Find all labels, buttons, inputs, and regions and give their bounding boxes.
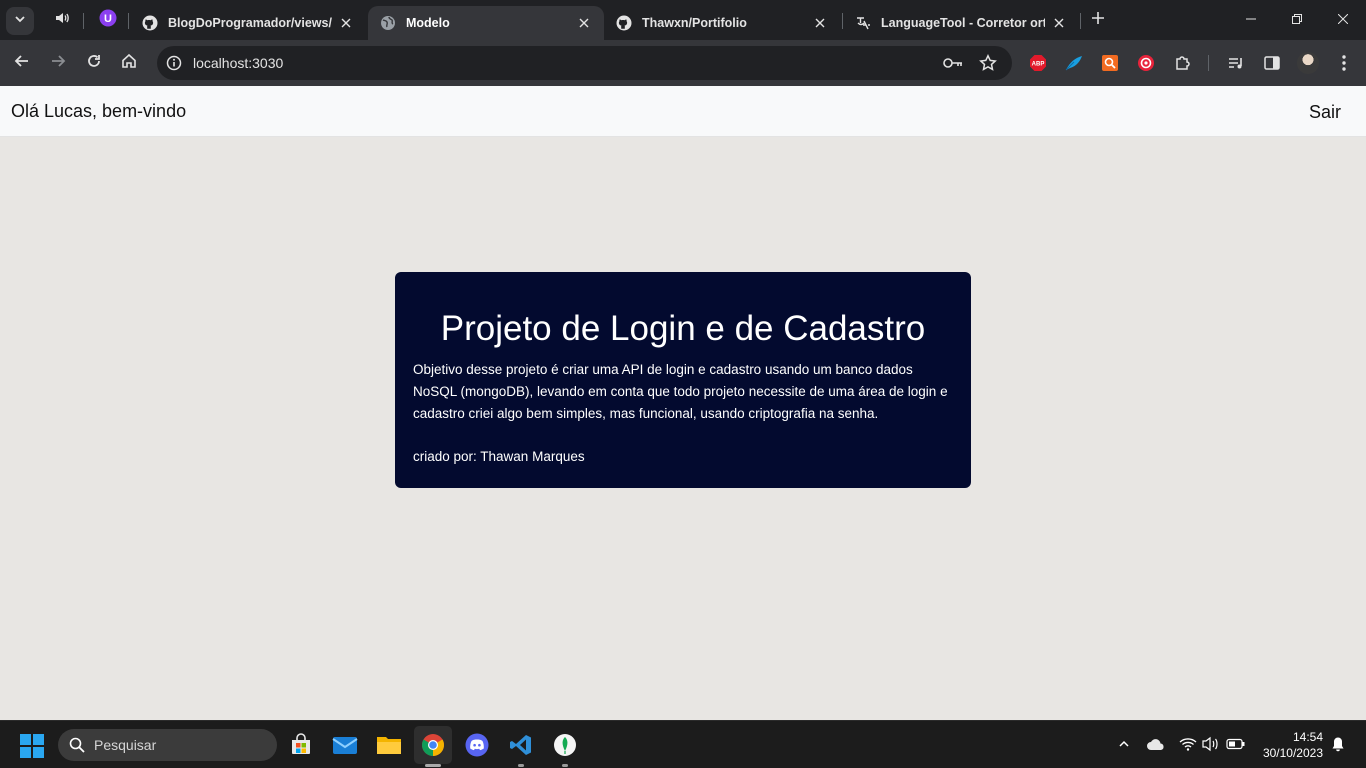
close-icon — [1337, 11, 1349, 29]
file-explorer-icon[interactable] — [370, 726, 408, 764]
tab-separator — [83, 13, 84, 29]
pinned-tab[interactable]: U — [90, 6, 126, 34]
github-icon — [616, 15, 632, 31]
reload-button[interactable] — [80, 49, 108, 77]
tab-strip: U BlogDoProgramador/views/pa Modelo Thaw… — [0, 0, 1366, 40]
taskbar-search-box[interactable]: Pesquisar — [58, 729, 277, 761]
bell-icon[interactable] — [1327, 733, 1349, 755]
tab-separator — [1080, 13, 1081, 29]
running-indicator — [518, 764, 524, 767]
restore-button[interactable] — [1274, 0, 1320, 40]
tab-separator — [128, 13, 129, 29]
system-clock[interactable]: 14:54 30/10/2023 — [1263, 729, 1323, 761]
minimize-icon — [1246, 11, 1256, 29]
tab-modelo[interactable]: Modelo — [368, 6, 604, 40]
tab-title: Modelo — [406, 16, 450, 30]
windows-start-icon[interactable] — [20, 734, 44, 758]
chevron-up-icon[interactable] — [1113, 733, 1135, 755]
windows-taskbar: Pesquisar 14:54 30/10/2023 — [0, 720, 1366, 768]
pinned-audio-tab[interactable] — [44, 6, 80, 34]
clock-date: 30/10/2023 — [1262, 746, 1323, 760]
close-window-button[interactable] — [1320, 0, 1366, 40]
key-icon[interactable] — [942, 53, 964, 73]
project-card: Projeto de Login e de Cadastro Objetivo … — [395, 272, 971, 488]
plus-icon — [1091, 11, 1105, 30]
side-panel-icon[interactable] — [1262, 53, 1282, 73]
speaker-icon — [54, 10, 70, 31]
card-author: criado por: Thawan Marques — [413, 449, 585, 464]
mongodb-compass-icon[interactable] — [546, 726, 584, 767]
avatar[interactable] — [1297, 52, 1319, 74]
chevron-down-icon — [14, 12, 26, 30]
site-info-icon[interactable] — [162, 51, 186, 75]
star-icon[interactable] — [977, 53, 999, 73]
tab-title: Thawxn/Portifolio — [642, 16, 747, 30]
close-icon[interactable] — [812, 15, 828, 31]
top-navbar: Olá Lucas, bem-vindo Sair — [0, 86, 1366, 137]
tab-languagetool[interactable]: LanguageTool - Corretor ortog — [843, 6, 1079, 40]
card-description: Objetivo desse projeto é criar uma API d… — [413, 362, 948, 421]
close-icon[interactable] — [576, 15, 592, 31]
github-icon — [142, 15, 158, 31]
tab-portifolio[interactable]: Thawxn/Portifolio — [604, 6, 840, 40]
vscode-icon[interactable] — [502, 726, 540, 767]
new-tab-button[interactable] — [1086, 8, 1110, 32]
discord-icon[interactable] — [458, 726, 496, 764]
onedrive-cloud-icon[interactable] — [1145, 733, 1167, 755]
search-placeholder: Pesquisar — [94, 737, 157, 753]
close-icon[interactable] — [1051, 15, 1067, 31]
page-content: Olá Lucas, bem-vindo Sair Projeto de Log… — [0, 86, 1366, 720]
tab-title: BlogDoProgramador/views/pa — [168, 16, 332, 30]
store-icon[interactable] — [282, 726, 320, 764]
arrow-right-icon — [50, 53, 66, 74]
restore-icon — [1292, 11, 1302, 29]
wifi-icon[interactable] — [1177, 733, 1199, 755]
url-text: localhost:3030 — [193, 55, 284, 71]
adblock-plus-icon[interactable]: ABP — [1028, 53, 1048, 73]
home-button[interactable] — [115, 49, 143, 77]
minimize-button[interactable] — [1228, 0, 1274, 40]
volume-icon[interactable] — [1200, 733, 1222, 755]
running-indicator — [562, 764, 568, 767]
card-title: Projeto de Login e de Cadastro — [440, 309, 926, 348]
svg-text:U: U — [104, 13, 112, 25]
reload-icon — [86, 53, 102, 74]
globe-icon — [380, 15, 396, 31]
search-icon — [68, 736, 86, 754]
address-bar[interactable]: localhost:3030 — [157, 46, 1012, 80]
active-indicator — [425, 764, 441, 767]
clock-time: 14:54 — [1292, 730, 1323, 744]
logout-link[interactable]: Sair — [1309, 102, 1341, 123]
home-icon — [121, 53, 137, 74]
media-control-icon[interactable] — [1226, 53, 1246, 73]
feather-extension-icon[interactable] — [1064, 53, 1084, 73]
tab-title: LanguageTool - Corretor ortog — [881, 16, 1045, 30]
orange-extension-icon[interactable] — [1100, 53, 1120, 73]
more-vertical-icon[interactable] — [1334, 53, 1354, 73]
greeting-text: Olá Lucas, bem-vindo — [11, 101, 187, 121]
languagetool-icon — [855, 15, 871, 31]
toolbar-separator — [1208, 55, 1209, 71]
arrow-left-icon — [14, 53, 30, 74]
mail-icon[interactable] — [326, 726, 364, 764]
chrome-icon[interactable] — [414, 726, 452, 767]
tab-blogdoprogramador[interactable]: BlogDoProgramador/views/pa — [130, 6, 366, 40]
target-extension-icon[interactable] — [1136, 53, 1156, 73]
browser-toolbar: localhost:3030 ABP — [0, 40, 1366, 86]
puzzle-piece-icon[interactable] — [1173, 53, 1193, 73]
battery-icon[interactable] — [1225, 733, 1247, 755]
tab-search-button[interactable] — [6, 7, 34, 35]
u-badge-icon: U — [99, 9, 117, 32]
svg-text:ABP: ABP — [1032, 62, 1045, 68]
forward-button[interactable] — [44, 49, 72, 77]
close-icon[interactable] — [338, 15, 354, 31]
back-button[interactable] — [8, 49, 36, 77]
